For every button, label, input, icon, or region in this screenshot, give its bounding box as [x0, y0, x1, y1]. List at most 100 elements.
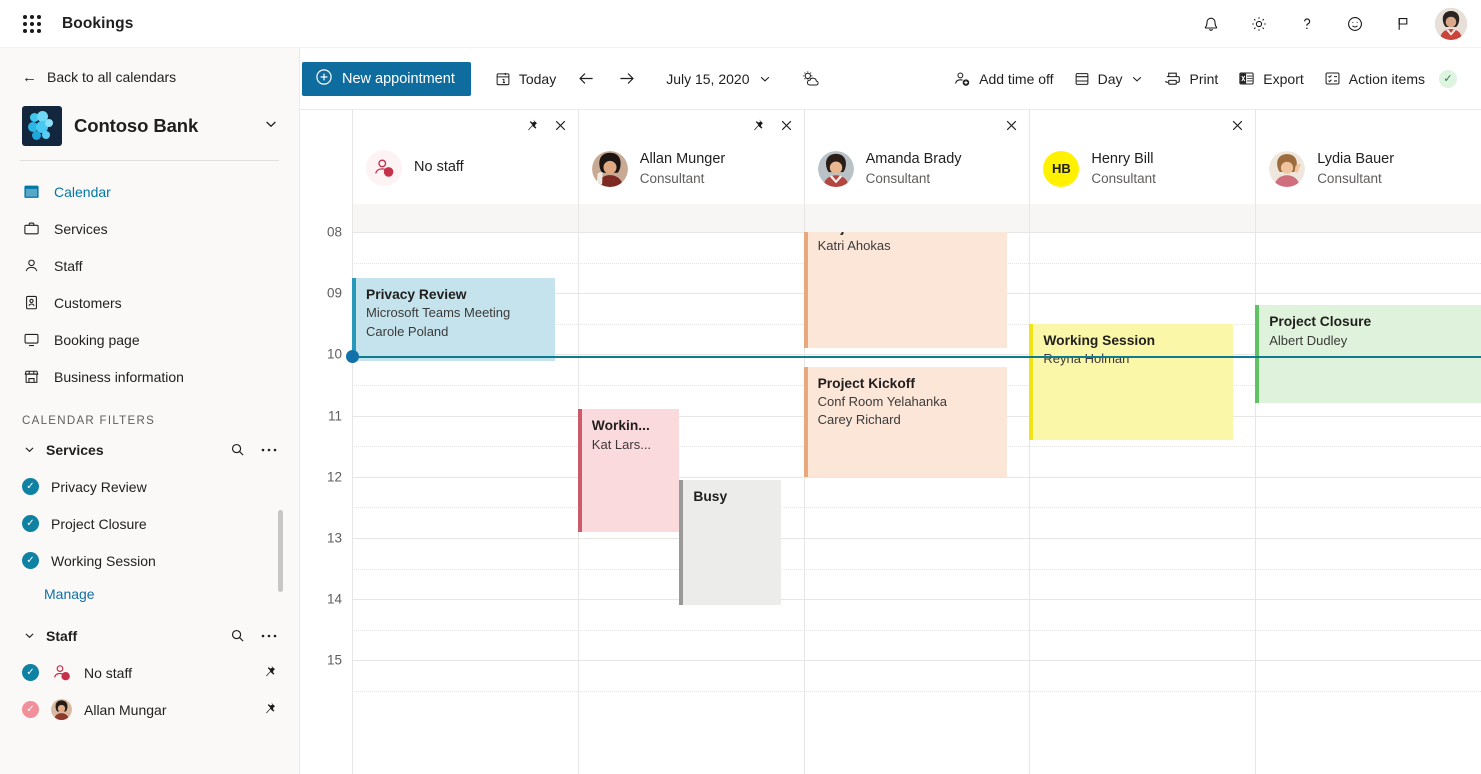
all-day-cell[interactable]: [577, 204, 804, 232]
view-label: Day: [1097, 70, 1123, 87]
close-icon[interactable]: [1230, 118, 1245, 133]
back-to-all-calendars-link[interactable]: ← Back to all calendars: [0, 54, 299, 100]
pin-icon[interactable]: [750, 118, 765, 133]
no-staff-icon: ?: [366, 150, 402, 186]
staff-name: No staff: [414, 159, 464, 176]
checkbox-checked-icon[interactable]: ✓: [22, 478, 39, 495]
notifications-icon[interactable]: [1187, 0, 1235, 48]
excel-export-icon: [1238, 70, 1255, 87]
avatar-initials: HB: [1043, 150, 1080, 187]
business-selector[interactable]: Contoso Bank: [0, 100, 299, 160]
sidebar-item-staff[interactable]: Staff: [0, 247, 299, 284]
flag-icon[interactable]: [1379, 0, 1427, 48]
date-picker-button[interactable]: July 15, 2020: [656, 59, 781, 99]
calendar-column-header-allan-munger: Allan Munger Consultant: [577, 110, 804, 204]
print-button[interactable]: Print: [1154, 59, 1228, 99]
no-staff-icon: ?: [51, 662, 72, 683]
manage-services-link[interactable]: Manage: [0, 579, 299, 609]
calendar-icon: [22, 183, 40, 201]
pin-icon[interactable]: [524, 118, 539, 133]
close-icon[interactable]: [779, 118, 794, 133]
calendar-event[interactable]: Working Session Reyna Holman: [1029, 323, 1233, 441]
account-avatar[interactable]: [1435, 7, 1467, 40]
export-label: Export: [1263, 70, 1304, 87]
filter-group-services[interactable]: Services: [0, 431, 299, 468]
next-day-button[interactable]: [606, 59, 646, 99]
event-detail: Kat Lars...: [591, 436, 652, 452]
all-day-cell[interactable]: [352, 204, 578, 232]
pin-icon[interactable]: [262, 664, 277, 682]
weather-icon[interactable]: [790, 59, 830, 99]
staff-name: Henry Bill: [1091, 151, 1154, 167]
add-time-off-button[interactable]: Add time off: [943, 59, 1063, 99]
filter-staff-no-staff[interactable]: ✓ ? No staff: [0, 654, 299, 691]
checkbox-checked-icon[interactable]: ✓: [22, 515, 39, 532]
event-title: Project Kickoff: [817, 375, 915, 391]
calendar-column[interactable]: [1029, 204, 1256, 774]
sidebar-item-label: Customers: [54, 294, 122, 311]
event-detail: Reyna Holman: [1043, 351, 1130, 367]
close-icon[interactable]: [553, 118, 568, 133]
filter-group-staff[interactable]: Staff: [0, 617, 299, 654]
print-label: Print: [1189, 70, 1219, 87]
filter-staff-allan-mungar[interactable]: ✓ Allan Mungar: [0, 691, 299, 728]
today-button[interactable]: Today: [485, 59, 566, 99]
sidebar-item-booking-page[interactable]: Booking page: [0, 321, 299, 358]
new-appointment-button[interactable]: New appointment: [302, 61, 471, 96]
event-detail: Microsoft Teams Meeting: [366, 305, 511, 321]
all-day-cell[interactable]: [1029, 204, 1255, 232]
event-columns: Privacy Review Microsoft Teams Meeting Car…: [352, 204, 1481, 774]
search-icon[interactable]: [230, 628, 245, 643]
feedback-smiley-icon[interactable]: [1331, 0, 1379, 48]
app-title: Bookings: [62, 14, 134, 32]
hour-label: 08: [326, 224, 342, 240]
help-icon[interactable]: [1283, 0, 1331, 48]
more-options-icon[interactable]: [261, 634, 277, 638]
event-title: Workin...: [591, 418, 650, 434]
event-title: Privacy Review: [366, 286, 467, 302]
more-options-icon[interactable]: [261, 448, 277, 452]
sidebar-scrollbar[interactable]: [278, 510, 283, 592]
sidebar-item-customers[interactable]: Customers: [0, 284, 299, 321]
all-day-cell[interactable]: [1255, 204, 1481, 232]
avatar: [591, 150, 628, 187]
settings-gear-icon[interactable]: [1235, 0, 1283, 48]
chevron-down-icon: [22, 629, 36, 642]
hour-label: 09: [326, 285, 342, 301]
checkbox-checked-icon[interactable]: ✓: [22, 701, 39, 718]
day-view-icon: [1074, 71, 1090, 87]
checkbox-checked-icon[interactable]: ✓: [22, 664, 39, 681]
sidebar-item-calendar[interactable]: Calendar: [0, 173, 299, 210]
filter-service-project-closure[interactable]: ✓ Project Closure: [0, 505, 299, 542]
pin-icon[interactable]: [262, 701, 277, 719]
calendar-column-header-henry-bill: HB Henry Bill Consultant: [1029, 110, 1256, 204]
sidebar-item-services[interactable]: Services: [0, 210, 299, 247]
app-launcher-icon[interactable]: [12, 4, 52, 44]
calendar-event[interactable]: Privacy Review Microsoft Teams Meeting Car…: [352, 277, 556, 361]
command-bar: New appointment Today July 15, 2020 Add …: [300, 48, 1481, 110]
close-icon[interactable]: [1004, 118, 1019, 133]
action-items-status-icon: ✓: [1439, 69, 1457, 88]
calendar-event[interactable]: Workin... Kat Lars...: [577, 409, 680, 532]
svg-text:?: ?: [387, 169, 391, 176]
calendar-event[interactable]: Busy: [679, 479, 782, 606]
filter-service-working-session[interactable]: ✓ Working Session: [0, 542, 299, 579]
previous-day-button[interactable]: [566, 59, 606, 99]
person-icon: [22, 257, 40, 275]
printer-icon: [1164, 70, 1181, 87]
view-selector-button[interactable]: Day: [1064, 59, 1155, 99]
calendar-event[interactable]: Project Closure Albert Dudley: [1255, 305, 1481, 404]
calendar-column[interactable]: [1255, 204, 1481, 774]
all-day-cell[interactable]: [803, 204, 1030, 232]
action-items-button[interactable]: Action items ✓: [1314, 59, 1467, 99]
filter-service-privacy-review[interactable]: ✓ Privacy Review: [0, 468, 299, 505]
hour-label: 13: [326, 530, 342, 546]
sidebar-item-business-information[interactable]: Business information: [0, 358, 299, 395]
checkbox-checked-icon[interactable]: ✓: [22, 552, 39, 569]
calendar-event[interactable]: Project Kickoff Conf Room Yelahanka Carey …: [803, 366, 1007, 477]
sidebar-item-label: Calendar: [54, 183, 111, 200]
export-button[interactable]: Export: [1228, 59, 1313, 99]
hour-gridline: [352, 476, 1481, 478]
search-icon[interactable]: [230, 442, 245, 457]
chevron-down-icon[interactable]: [263, 116, 279, 137]
